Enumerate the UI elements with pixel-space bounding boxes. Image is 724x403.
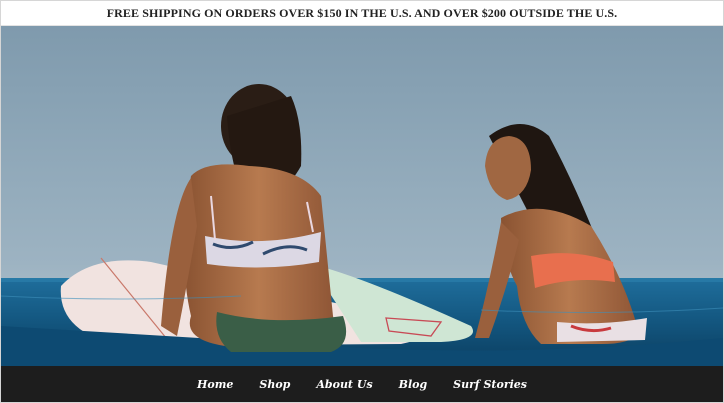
hero-image (1, 84, 723, 366)
nav-item-shop[interactable]: Shop (257, 374, 292, 395)
announcement-bar: FREE SHIPPING ON ORDERS OVER $150 IN THE… (1, 1, 723, 26)
main-nav: Home Shop About Us Blog Surf Stories (1, 366, 723, 402)
nav-item-surf-stories[interactable]: Surf Stories (451, 374, 529, 395)
page-frame: FREE SHIPPING ON ORDERS OVER $150 IN THE… (0, 0, 724, 403)
hero-slider[interactable] (1, 26, 723, 366)
nav-item-blog[interactable]: Blog (397, 374, 430, 395)
nav-item-home[interactable]: Home (195, 374, 236, 402)
nav-item-about-us[interactable]: About Us (314, 374, 374, 395)
announcement-text: FREE SHIPPING ON ORDERS OVER $150 IN THE… (106, 5, 618, 20)
